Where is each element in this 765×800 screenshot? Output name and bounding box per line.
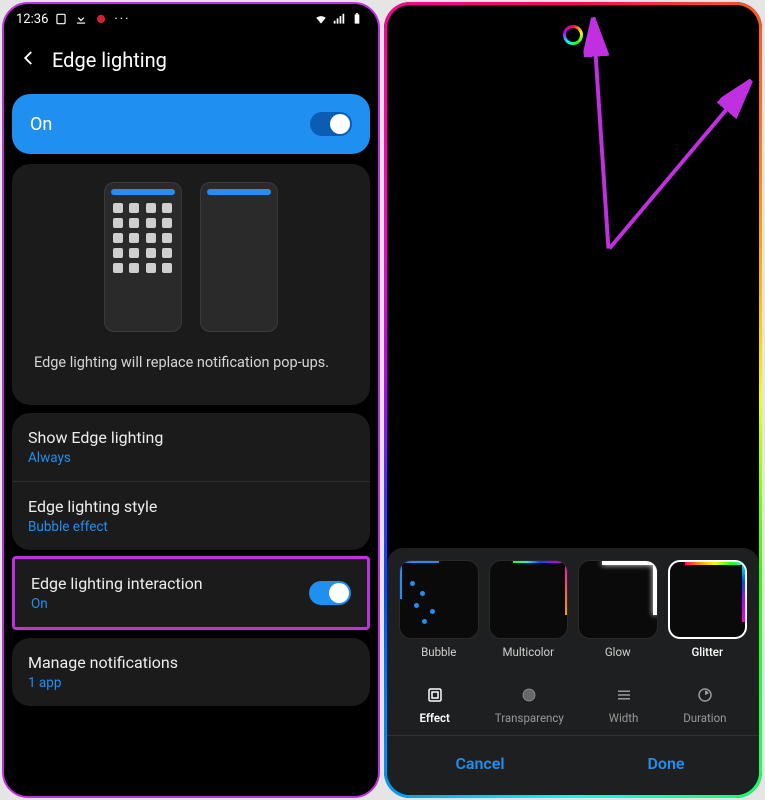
master-toggle-switch[interactable] [310, 112, 352, 136]
effect-icon [419, 685, 449, 705]
list-item-title: Manage notifications [28, 653, 178, 672]
effect-bubble-thumb [399, 560, 479, 640]
show-edge-lighting-item[interactable]: Show Edge lighting Always [12, 413, 370, 482]
list-item-sub: Always [28, 450, 163, 466]
title-bar: Edge lighting [4, 34, 378, 94]
signal-icon [332, 12, 346, 26]
cancel-button[interactable]: Cancel [387, 736, 573, 795]
edge-lighting-style-item[interactable]: Edge lighting style Bubble effect [12, 482, 370, 550]
effects-row: Bubble Multicolor Glow [387, 548, 759, 668]
settings-list: Show Edge lighting Always Edge lighting … [12, 413, 370, 550]
list-item-sub: Bubble effect [28, 519, 157, 535]
page-title: Edge lighting [52, 48, 167, 72]
manage-notifications-item[interactable]: Manage notifications 1 app [12, 638, 370, 706]
effect-bubble[interactable]: Bubble [399, 560, 479, 660]
effect-glow-thumb [578, 560, 658, 640]
tab-duration[interactable]: Duration [683, 685, 726, 725]
annotation-arrow-to-edge [387, 5, 759, 305]
annotation-highlight: Edge lighting interaction On [12, 556, 370, 630]
app-notification-icon [94, 12, 108, 26]
status-time: 12:36 [16, 12, 48, 27]
battery-icon [350, 12, 364, 26]
tab-label: Effect [419, 711, 449, 725]
preview-phone-home [104, 182, 182, 332]
notification-icon [54, 12, 68, 26]
done-button[interactable]: Done [573, 736, 759, 795]
effect-multicolor[interactable]: Multicolor [489, 560, 569, 660]
effect-glitter-thumb [668, 560, 748, 640]
tab-label: Duration [683, 711, 726, 725]
back-button[interactable] [20, 48, 38, 72]
edge-lighting-glow-border: Bubble Multicolor Glow [384, 2, 762, 798]
list-item-title: Edge lighting style [28, 497, 157, 516]
effect-label: Glow [578, 645, 658, 659]
effect-label: Multicolor [489, 645, 569, 659]
edge-lighting-preview: Edge lighting will replace notification … [12, 164, 370, 405]
list-item-title: Show Edge lighting [28, 428, 163, 447]
style-tabs: Effect Transparency Width [387, 667, 759, 735]
width-icon [609, 685, 639, 705]
effect-glow[interactable]: Glow [578, 560, 658, 660]
effect-glitter[interactable]: Glitter [668, 560, 748, 660]
tab-width[interactable]: Width [609, 685, 639, 725]
effect-label: Glitter [668, 645, 748, 659]
transparency-icon [495, 685, 564, 705]
preview-note-text: Edge lighting will replace notification … [22, 332, 360, 385]
tab-effect[interactable]: Effect [419, 685, 449, 725]
tab-transparency[interactable]: Transparency [495, 685, 564, 725]
effect-multicolor-thumb [489, 560, 569, 640]
settings-list-2: Manage notifications 1 app [12, 638, 370, 706]
tab-label: Transparency [495, 711, 564, 725]
effect-label: Bubble [399, 645, 479, 659]
phone-edge-lighting-settings: 12:36 ··· Edg [2, 2, 380, 798]
tab-label: Width [609, 711, 639, 725]
preview-phone-locked [200, 182, 278, 332]
download-icon [74, 12, 88, 26]
edge-lighting-interaction-item[interactable]: Edge lighting interaction On [15, 559, 367, 627]
duration-icon [683, 685, 726, 705]
list-item-sub: On [31, 596, 203, 612]
master-toggle-banner[interactable]: On [12, 94, 370, 154]
cta-row: Cancel Done [387, 735, 759, 795]
interaction-toggle-switch[interactable] [309, 581, 351, 605]
wifi-icon [314, 12, 328, 26]
phone-edge-lighting-style-editor: Bubble Multicolor Glow [384, 2, 762, 798]
master-toggle-label: On [30, 114, 52, 135]
status-bar: 12:36 ··· [4, 4, 378, 34]
list-item-sub: 1 app [28, 675, 178, 691]
more-notifications-icon: ··· [114, 12, 130, 27]
effects-panel: Bubble Multicolor Glow [387, 548, 759, 796]
list-item-title: Edge lighting interaction [31, 574, 203, 593]
